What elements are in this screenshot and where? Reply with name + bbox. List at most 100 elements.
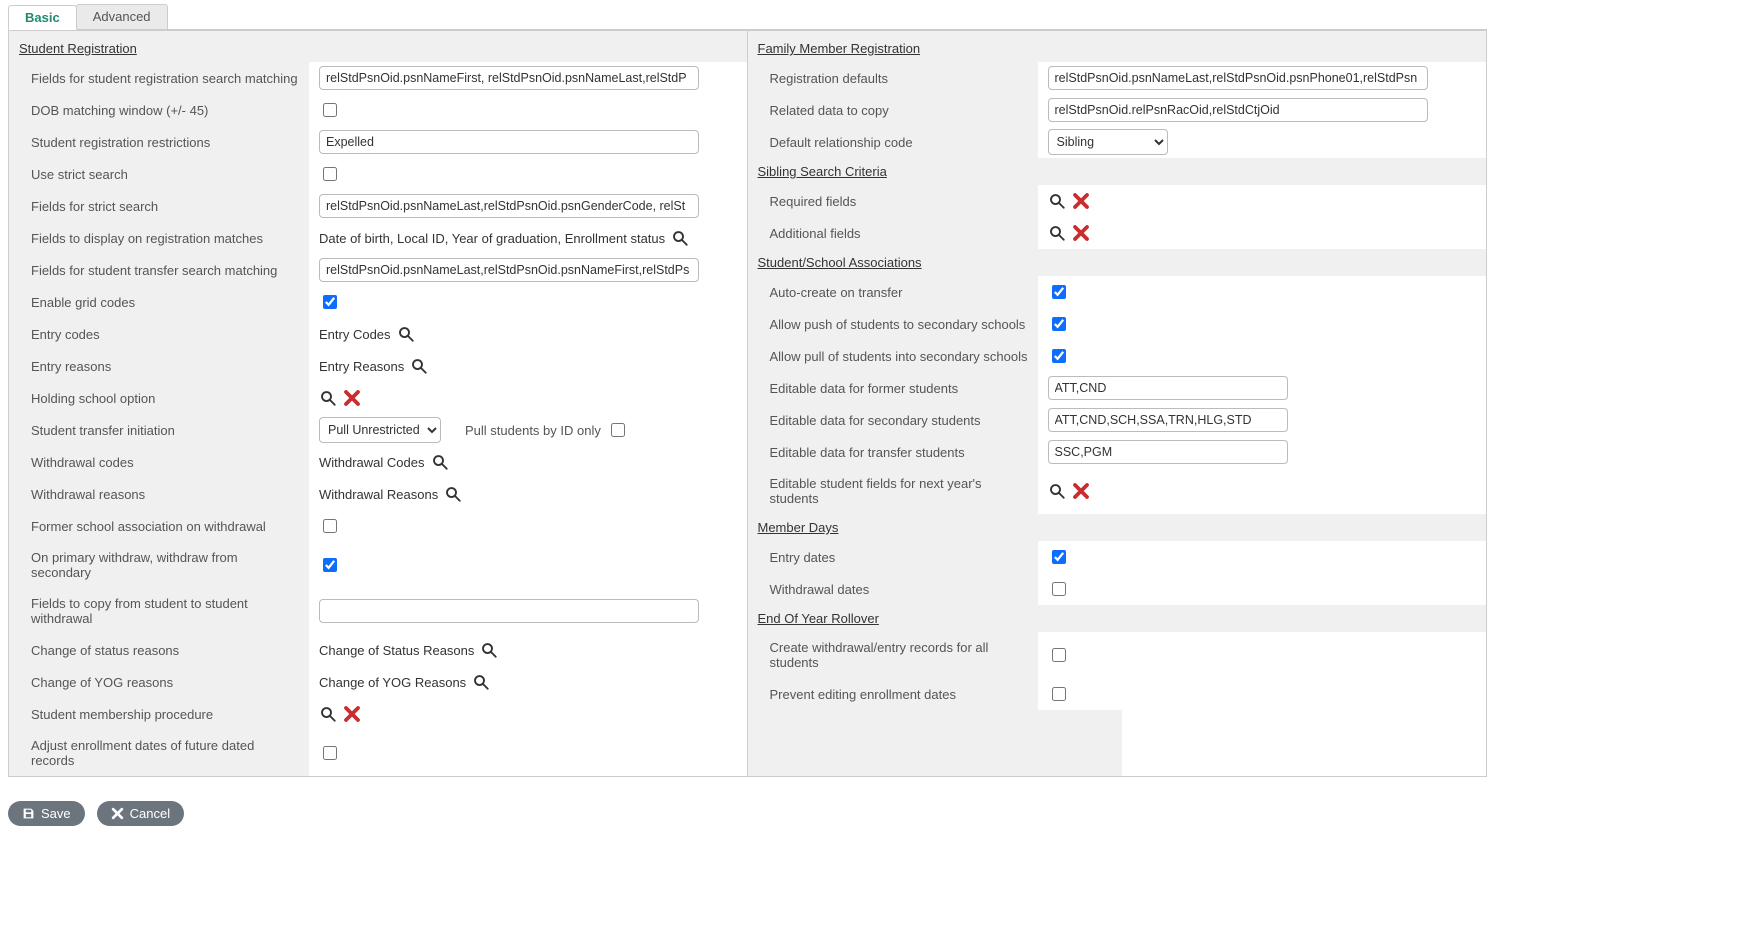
checkbox-former-school-assoc[interactable] (323, 519, 337, 533)
checkbox-auto-create[interactable] (1052, 285, 1066, 299)
select-transfer-init[interactable]: Pull Unrestricted (319, 417, 441, 443)
label-withdrawal-dates: Withdrawal dates (748, 573, 1038, 605)
clear-icon[interactable] (343, 389, 361, 407)
label-entry-reasons: Entry reasons (9, 350, 309, 382)
search-icon[interactable] (410, 357, 428, 375)
label-edit-next-year: Editable student fields for next year's … (748, 468, 1038, 514)
filler (748, 710, 1122, 776)
tab-advanced[interactable]: Advanced (76, 4, 168, 29)
search-icon[interactable] (319, 389, 337, 407)
input-related-copy[interactable] (1048, 98, 1428, 122)
label-allow-pull: Allow pull of students into secondary sc… (748, 340, 1038, 372)
input-fields-reg-search[interactable] (319, 66, 699, 90)
label-create-we-records: Create withdrawal/entry records for all … (748, 632, 1038, 678)
checkbox-adjust-enroll-dates[interactable] (323, 746, 337, 760)
label-additional-fields: Additional fields (748, 217, 1038, 249)
search-icon[interactable] (480, 641, 498, 659)
checkbox-use-strict[interactable] (323, 167, 337, 181)
checkbox-allow-pull[interactable] (1052, 349, 1066, 363)
search-icon[interactable] (472, 673, 490, 691)
search-icon[interactable] (319, 705, 337, 723)
checkbox-create-we-records[interactable] (1052, 648, 1066, 662)
section-member-days: Member Days (748, 514, 1487, 541)
input-fields-strict[interactable] (319, 194, 699, 218)
save-button[interactable]: Save (8, 801, 85, 826)
label-use-strict: Use strict search (9, 158, 309, 190)
label-fields-copy-withdrawal: Fields to copy from student to student w… (9, 588, 309, 634)
close-icon (111, 807, 124, 820)
section-sibling-search: Sibling Search Criteria (748, 158, 1487, 185)
select-default-rel-code[interactable]: Sibling (1048, 129, 1168, 155)
page-root: Basic Advanced Student Registration Fiel… (0, 0, 1495, 846)
save-button-label: Save (41, 806, 71, 821)
label-enable-grid: Enable grid codes (9, 286, 309, 318)
clear-icon[interactable] (1072, 482, 1090, 500)
text-change-status: Change of Status Reasons (319, 643, 474, 658)
label-fields-reg-search: Fields for student registration search m… (9, 62, 309, 94)
checkbox-entry-dates[interactable] (1052, 550, 1066, 564)
label-membership-proc: Student membership procedure (9, 698, 309, 730)
text-withdrawal-codes: Withdrawal Codes (319, 455, 425, 470)
left-column: Student Registration Fields for student … (9, 31, 748, 776)
text-fields-display: Date of birth, Local ID, Year of graduat… (319, 231, 665, 246)
search-icon[interactable] (1048, 224, 1066, 242)
section-eoy-rollover: End Of Year Rollover (748, 605, 1487, 632)
label-adjust-enroll-dates: Adjust enrollment dates of future dated … (9, 730, 309, 776)
label-withdrawal-reasons: Withdrawal reasons (9, 478, 309, 510)
label-dob-window: DOB matching window (+/- 45) (9, 94, 309, 126)
input-reg-restrictions[interactable] (319, 130, 699, 154)
checkbox-enable-grid[interactable] (323, 295, 337, 309)
text-withdrawal-reasons: Withdrawal Reasons (319, 487, 438, 502)
label-edit-former: Editable data for former students (748, 372, 1038, 404)
section-family-registration: Family Member Registration (748, 31, 1487, 62)
label-allow-push: Allow push of students to secondary scho… (748, 308, 1038, 340)
label-former-school-assoc: Former school association on withdrawal (9, 510, 309, 542)
right-column: Family Member Registration Registration … (748, 31, 1487, 776)
search-icon[interactable] (1048, 482, 1066, 500)
checkbox-prevent-edit-dates[interactable] (1052, 687, 1066, 701)
label-fields-transfer: Fields for student transfer search match… (9, 254, 309, 286)
tab-basic[interactable]: Basic (8, 5, 77, 30)
text-entry-codes: Entry Codes (319, 327, 391, 342)
label-related-copy: Related data to copy (748, 94, 1038, 126)
search-icon[interactable] (431, 453, 449, 471)
cancel-button-label: Cancel (130, 806, 170, 821)
checkbox-withdrawal-dates[interactable] (1052, 582, 1066, 596)
text-entry-reasons: Entry Reasons (319, 359, 404, 374)
section-student-registration: Student Registration (9, 31, 747, 62)
text-change-yog: Change of YOG Reasons (319, 675, 466, 690)
label-edit-secondary: Editable data for secondary students (748, 404, 1038, 436)
input-edit-secondary[interactable] (1048, 408, 1288, 432)
label-reg-restrictions: Student registration restrictions (9, 126, 309, 158)
clear-icon[interactable] (1072, 192, 1090, 210)
clear-icon[interactable] (343, 705, 361, 723)
search-icon[interactable] (1048, 192, 1066, 210)
checkbox-pull-by-id[interactable] (611, 423, 625, 437)
label-transfer-init: Student transfer initiation (9, 414, 309, 446)
input-reg-defaults[interactable] (1048, 66, 1428, 90)
label-prevent-edit-dates: Prevent editing enrollment dates (748, 678, 1038, 710)
search-icon[interactable] (671, 229, 689, 247)
search-icon[interactable] (397, 325, 415, 343)
checkbox-allow-push[interactable] (1052, 317, 1066, 331)
input-fields-copy-withdrawal[interactable] (319, 599, 699, 623)
checkbox-primary-withdraw[interactable] (323, 558, 337, 572)
settings-panel: Student Registration Fields for student … (8, 30, 1487, 777)
input-edit-transfer[interactable] (1048, 440, 1288, 464)
label-required-fields: Required fields (748, 185, 1038, 217)
label-fields-strict: Fields for strict search (9, 190, 309, 222)
cancel-button[interactable]: Cancel (97, 801, 184, 826)
label-entry-dates: Entry dates (748, 541, 1038, 573)
label-entry-codes: Entry codes (9, 318, 309, 350)
label-pull-by-id: Pull students by ID only (465, 423, 601, 438)
input-edit-former[interactable] (1048, 376, 1288, 400)
label-holding-school: Holding school option (9, 382, 309, 414)
label-default-rel-code: Default relationship code (748, 126, 1038, 158)
label-auto-create: Auto-create on transfer (748, 276, 1038, 308)
checkbox-dob-window[interactable] (323, 103, 337, 117)
search-icon[interactable] (444, 485, 462, 503)
input-fields-transfer[interactable] (319, 258, 699, 282)
clear-icon[interactable] (1072, 224, 1090, 242)
tab-bar: Basic Advanced (8, 4, 1487, 30)
label-fields-display: Fields to display on registration matche… (9, 222, 309, 254)
